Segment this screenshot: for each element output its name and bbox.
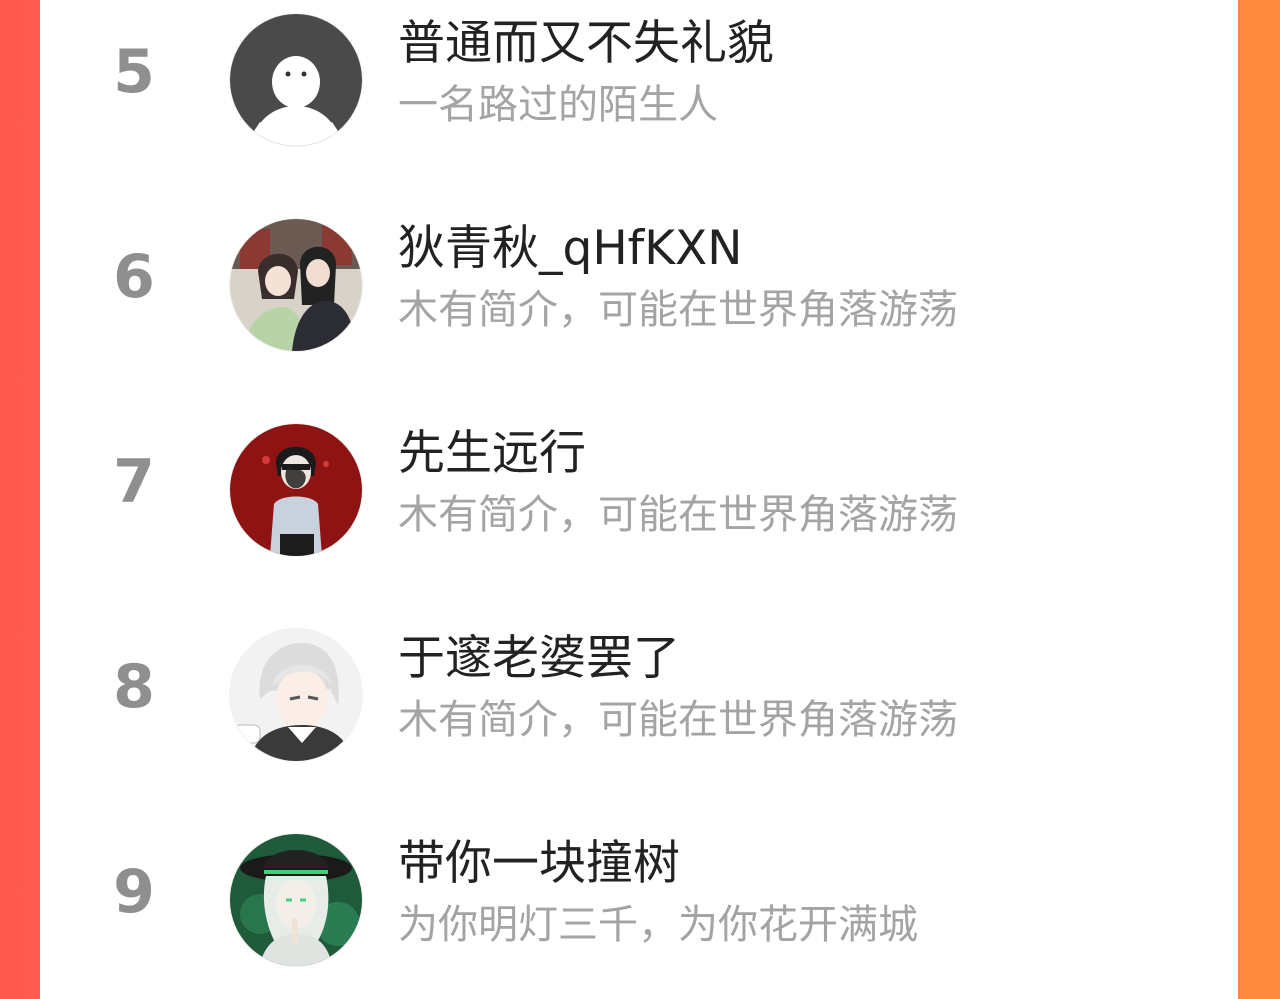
list-item[interactable]: 7 先生远行 木有简介，可能在世界角落游荡 <box>40 415 1238 565</box>
rank-number: 5 <box>113 37 155 107</box>
user-name[interactable]: 狄青秋_qHfKXN <box>398 218 742 280</box>
user-description: 为你明灯三千，为你花开满城 <box>398 902 918 948</box>
user-description: 木有简介，可能在世界角落游荡 <box>398 287 958 333</box>
user-description: 木有简介，可能在世界角落游荡 <box>398 697 958 743</box>
rank-number: 9 <box>113 857 155 927</box>
boy-red-background-avatar-icon[interactable] <box>230 424 362 556</box>
two-characters-avatar-icon[interactable] <box>230 219 362 351</box>
user-name[interactable]: 先生远行 <box>398 423 586 485</box>
rank-number: 6 <box>113 242 155 312</box>
list-item[interactable]: 9 带你一块撞树 为你明灯三千，为你花开满城 <box>40 825 1238 975</box>
rank-number: 7 <box>113 447 155 517</box>
ranking-list: 5 普通而又不失礼貌 一名路过的陌生人 6 狄青秋_qHfKXN 木有简介，可能… <box>40 0 1238 999</box>
user-name[interactable]: 普通而又不失礼貌 <box>398 13 774 75</box>
user-description: 一名路过的陌生人 <box>398 82 718 128</box>
list-item[interactable]: 8 于邃老婆罢了 木有简介，可能在世界角落游荡 <box>40 620 1238 770</box>
default-ghost-avatar-icon[interactable] <box>230 14 362 146</box>
green-hat-character-avatar-icon[interactable] <box>230 834 362 966</box>
white-hair-boy-avatar-icon[interactable] <box>230 629 362 761</box>
user-name[interactable]: 于邃老婆罢了 <box>398 628 680 690</box>
list-item[interactable]: 5 普通而又不失礼貌 一名路过的陌生人 <box>40 5 1238 155</box>
user-description: 木有简介，可能在世界角落游荡 <box>398 492 958 538</box>
user-name[interactable]: 带你一块撞树 <box>398 833 680 895</box>
rank-number: 8 <box>113 652 155 722</box>
list-item[interactable]: 6 狄青秋_qHfKXN 木有简介，可能在世界角落游荡 <box>40 210 1238 360</box>
